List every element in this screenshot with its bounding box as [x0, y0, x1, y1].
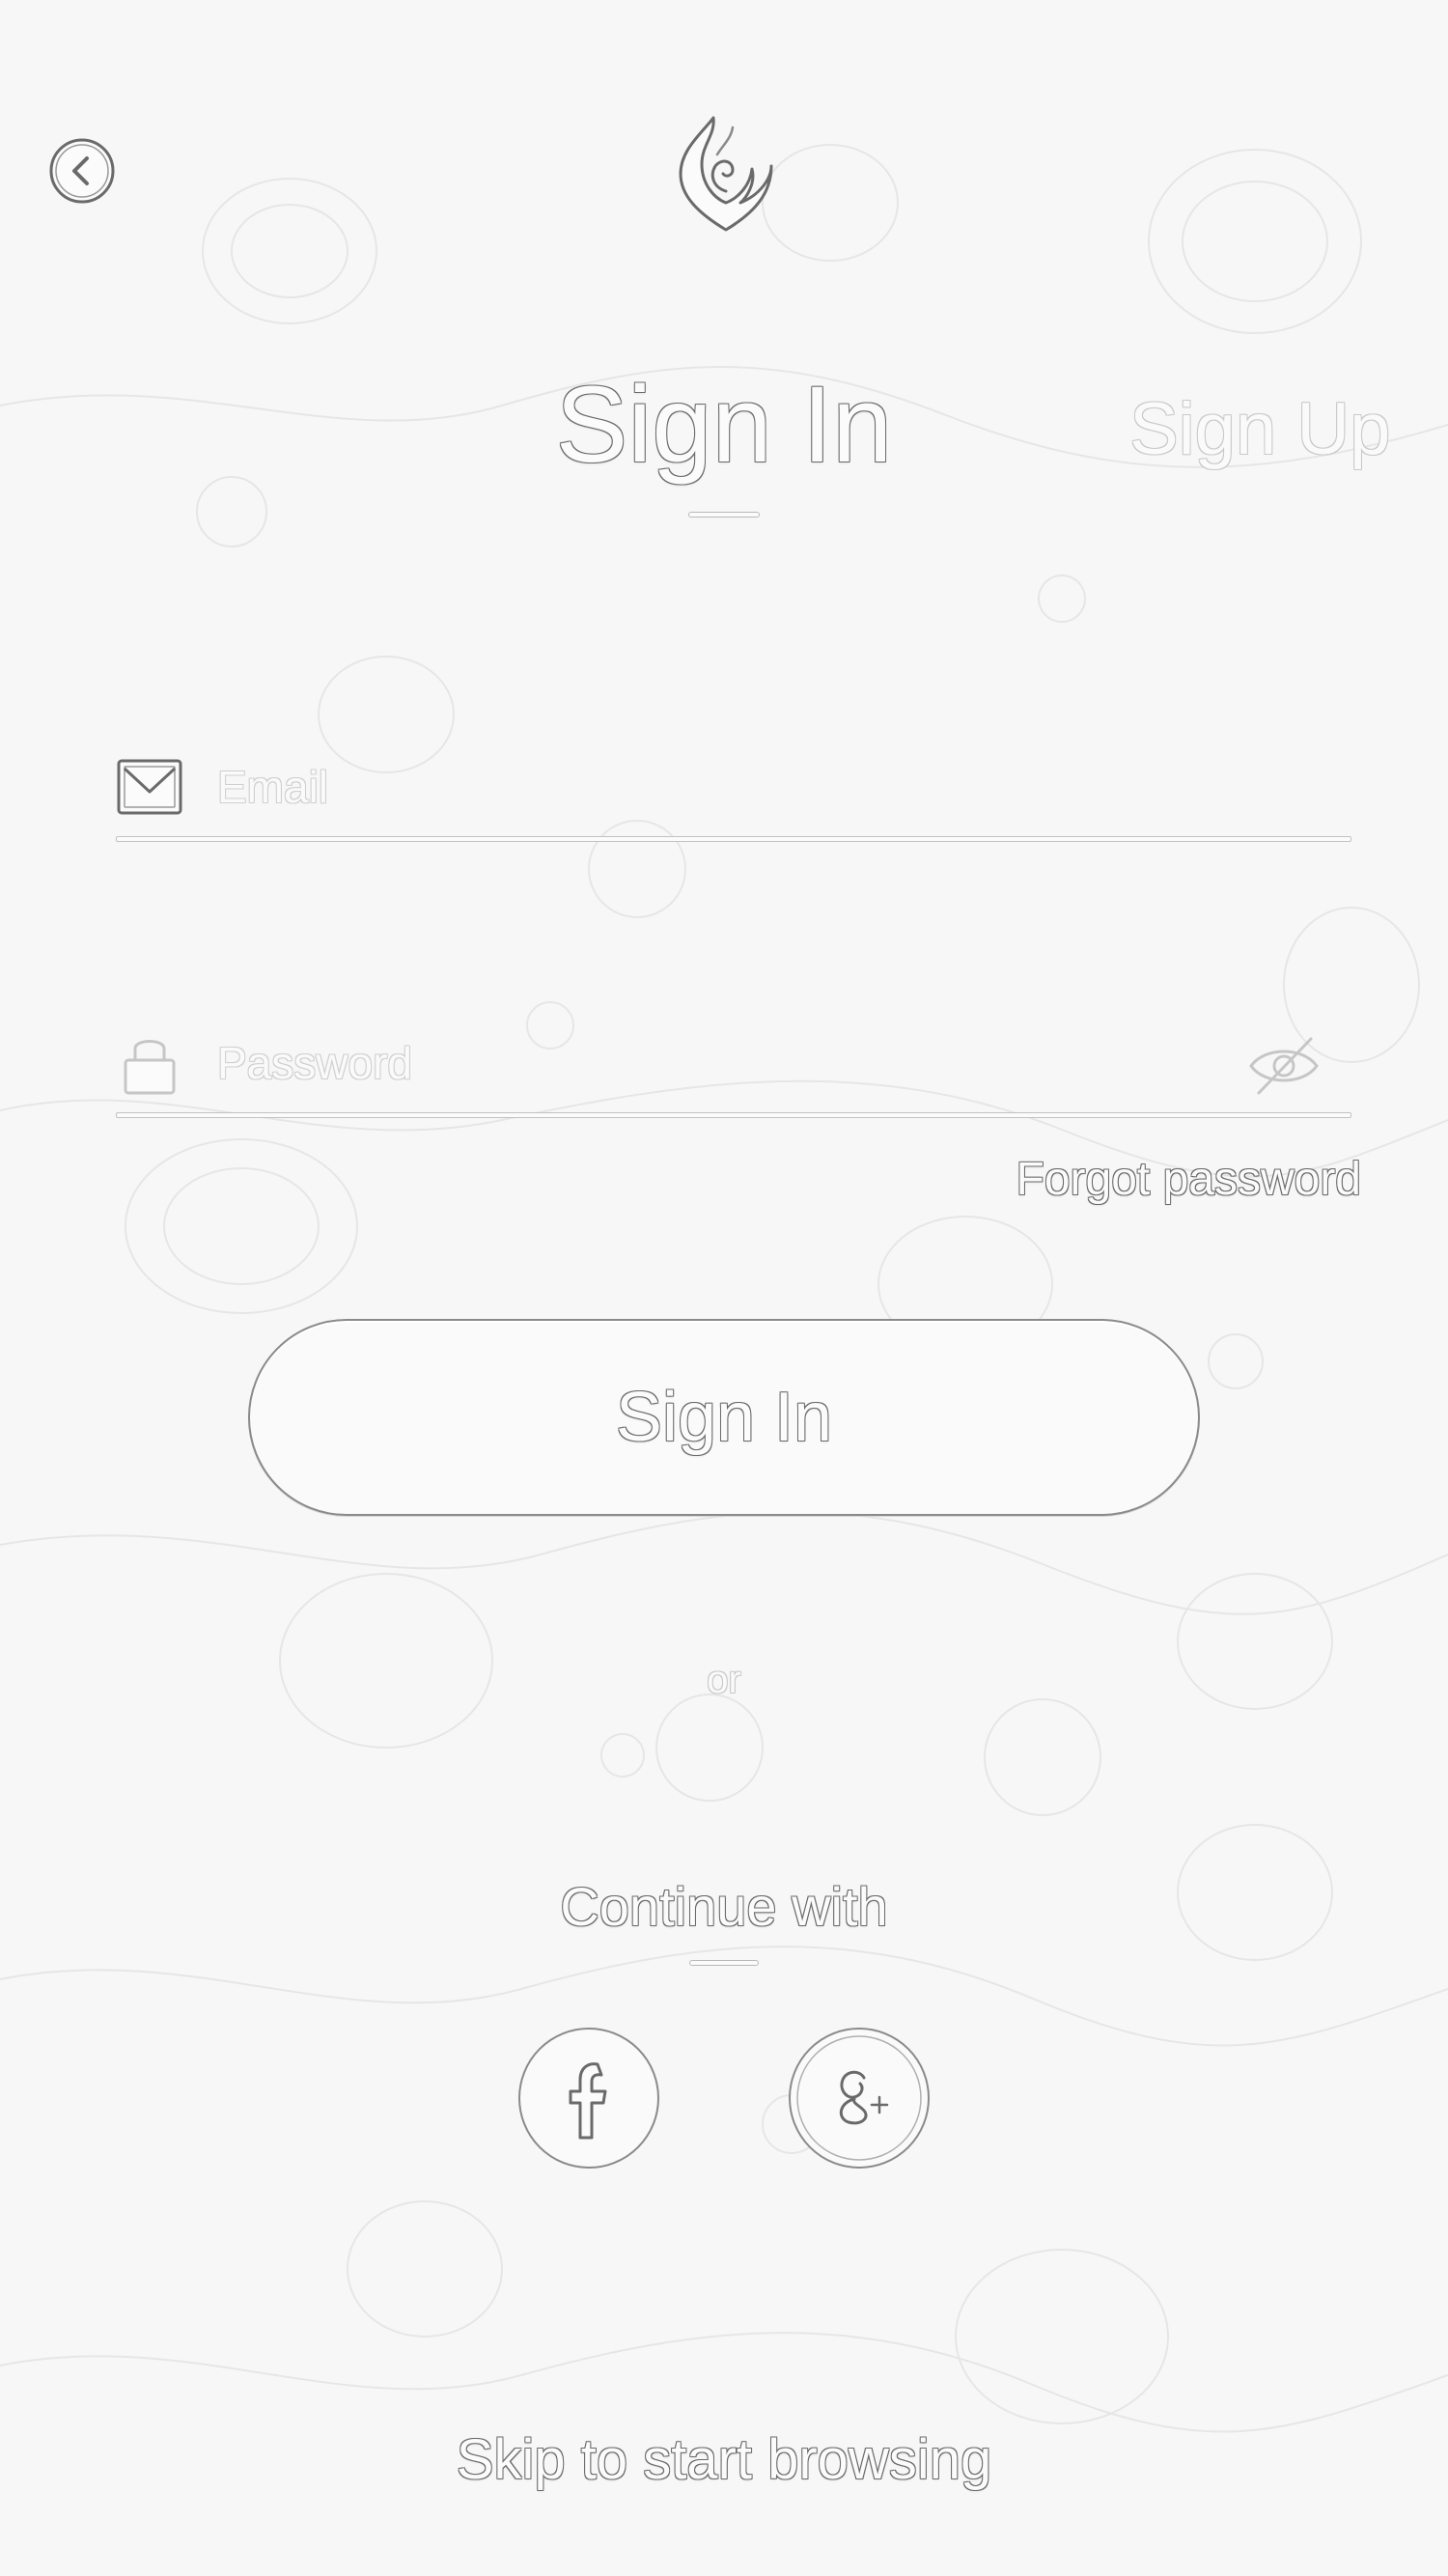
tab-sign-in[interactable]: Sign In: [434, 357, 1014, 492]
password-field-group: [116, 1012, 1351, 1118]
email-input[interactable]: [217, 753, 1183, 821]
forgot-password-link[interactable]: Forgot password: [1016, 1151, 1362, 1209]
lock-icon: [124, 1040, 176, 1095]
sign-in-button-label: Sign In: [615, 1379, 833, 1456]
password-input[interactable]: [217, 1029, 1183, 1097]
email-underline: [116, 836, 1351, 842]
envelope-icon: [117, 759, 182, 815]
sign-in-screen: Sign In Sign Up Forgot password: [0, 0, 1448, 2576]
chevron-left-circle-icon: [49, 138, 115, 204]
eye-slash-icon: [1249, 1037, 1319, 1095]
app-logo: [673, 106, 779, 237]
password-underline: [116, 1112, 1351, 1118]
flame-logo-icon: [679, 116, 773, 232]
active-tab-indicator: [688, 512, 760, 518]
facebook-button[interactable]: [518, 2028, 659, 2169]
or-divider-label: or: [707, 1659, 741, 1701]
google-plus-button[interactable]: [789, 2028, 930, 2169]
show-password-toggle[interactable]: [1245, 1025, 1323, 1103]
skip-browsing-link[interactable]: Skip to start browsing: [338, 2425, 1110, 2495]
continue-with-underline: [689, 1960, 759, 1966]
email-field-group: [116, 736, 1351, 842]
google-plus-icon: [796, 2035, 922, 2161]
back-button[interactable]: [48, 137, 116, 205]
sign-in-button[interactable]: Sign In: [248, 1319, 1200, 1516]
continue-with-heading: Continue with: [560, 1876, 888, 1937]
tab-sign-up[interactable]: Sign Up: [1129, 381, 1409, 478]
facebook-icon: [569, 2062, 607, 2140]
